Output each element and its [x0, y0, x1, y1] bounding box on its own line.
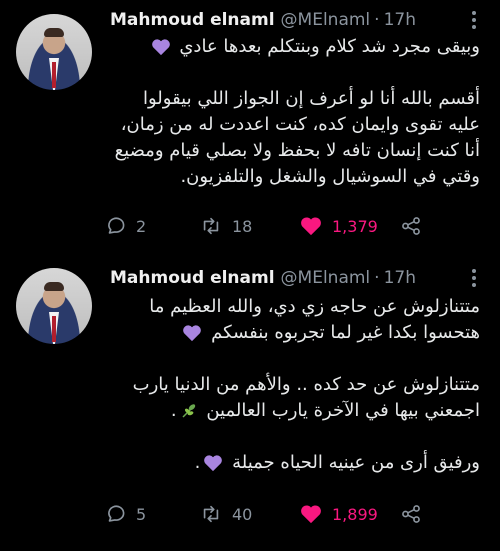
share-icon	[402, 505, 420, 523]
like-count: 1,899	[332, 504, 378, 524]
herb-emoji	[182, 404, 195, 418]
tweet-paragraph-text: ورفيق أرى من عينيه الحياه جميلة	[232, 452, 480, 473]
tweet-text: متتنازلوش عن حاجه زي دي، والله العظيم ما…	[110, 294, 480, 476]
author-handle[interactable]: @MElnaml	[281, 268, 371, 288]
tweet-paragraph: ورفيق أرى من عينيه الحياه جميلة .	[194, 452, 480, 473]
purple-heart-emoji	[204, 455, 223, 472]
tweet-text: وبيقى مجرد شد كلام وبنتكلم بعدها عادي أق…	[110, 34, 480, 190]
tweet-header: Mahmoud elnaml @MElnaml · 17h	[110, 8, 416, 32]
separator-dot: ·	[374, 10, 380, 30]
more-icon[interactable]	[464, 10, 484, 30]
more-icon[interactable]	[464, 268, 484, 288]
tweet-actions: 5 40 1,899	[104, 500, 434, 528]
tweet-header: Mahmoud elnaml @MElnaml · 17h	[110, 266, 416, 290]
share-button[interactable]	[400, 500, 422, 528]
tweet-1[interactable]: Mahmoud elnaml @MElnaml · 17h وبيقى مجرد…	[0, 0, 500, 256]
avatar[interactable]	[16, 268, 92, 344]
retweet-count: 18	[232, 216, 253, 236]
like-icon	[301, 505, 321, 524]
reply-count: 5	[136, 504, 147, 524]
avatar-hair	[44, 28, 64, 37]
tweet-2[interactable]: Mahmoud elnaml @MElnaml · 17h متتنازلوش …	[0, 256, 500, 551]
reply-icon	[108, 505, 125, 522]
avatar-hair	[44, 282, 64, 291]
retweet-icon	[203, 217, 219, 235]
like-count: 1,379	[332, 216, 378, 236]
tweet-time[interactable]: 17h	[384, 268, 416, 288]
like-button[interactable]: 1,379	[300, 212, 378, 240]
avatar[interactable]	[16, 14, 92, 90]
tweet-paragraph: متتنازلوش عن حاجه زي دي، والله العظيم ما…	[110, 294, 480, 346]
reply-count: 2	[136, 216, 147, 236]
tweet-paragraph: متتنازلوش عن حد كده .. والأهم من الدنيا …	[132, 374, 480, 421]
retweet-icon	[203, 505, 219, 523]
avatar-tie	[52, 316, 56, 342]
tweet-time[interactable]: 17h	[384, 10, 416, 30]
author-handle[interactable]: @MElnaml	[281, 10, 371, 30]
share-button[interactable]	[400, 212, 422, 240]
tweet-paragraph-text: وبيقى مجرد شد كلام وبنتكلم بعدها عادي	[179, 36, 480, 57]
retweet-button[interactable]: 18	[200, 212, 252, 240]
author-name[interactable]: Mahmoud elnaml	[110, 10, 275, 30]
purple-heart-emoji	[183, 325, 202, 342]
author-name[interactable]: Mahmoud elnaml	[110, 268, 275, 288]
reply-icon	[108, 217, 125, 234]
reply-button[interactable]: 2	[104, 212, 146, 240]
purple-heart-emoji	[151, 39, 170, 56]
tweet-actions: 2 18 1,379	[104, 212, 434, 240]
reply-button[interactable]: 5	[104, 500, 146, 528]
retweet-button[interactable]: 40	[200, 500, 252, 528]
tweet-paragraph: أقسم بالله أنا لو أعرف إن الجواز اللي بي…	[110, 86, 480, 190]
tweet-paragraph: وبيقى مجرد شد كلام وبنتكلم بعدها عادي	[110, 34, 480, 60]
like-button[interactable]: 1,899	[300, 500, 378, 528]
tweet-paragraph-text: أقسم بالله أنا لو أعرف إن الجواز اللي بي…	[114, 88, 480, 187]
retweet-count: 40	[232, 504, 253, 524]
like-icon	[301, 217, 321, 236]
avatar-tie	[52, 62, 56, 88]
share-icon	[402, 217, 420, 235]
separator-dot: ·	[374, 268, 380, 288]
